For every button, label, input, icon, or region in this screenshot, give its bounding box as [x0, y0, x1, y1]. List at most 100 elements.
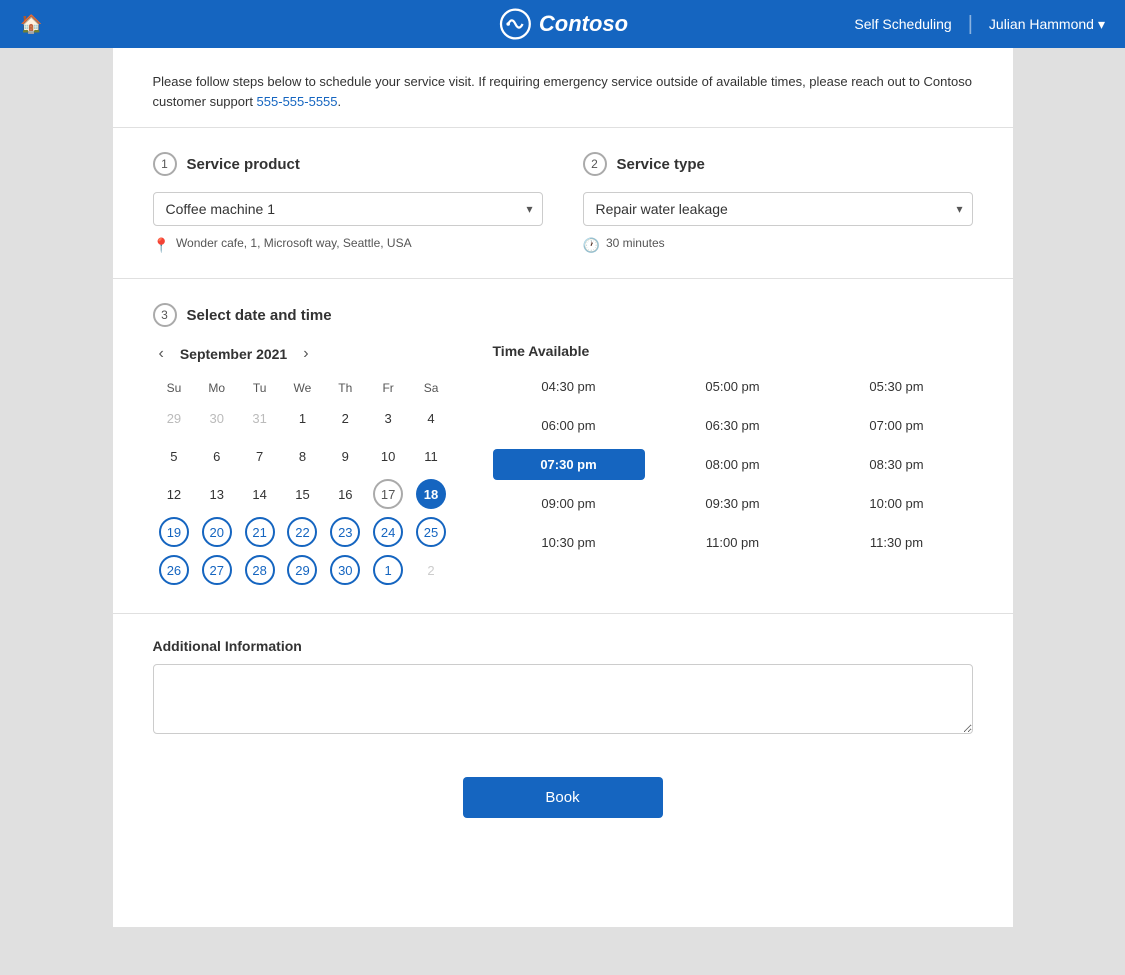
calendar-cell: 26	[153, 551, 196, 589]
datetime-section: 3 Select date and time ‹ September 2021 …	[113, 279, 1013, 614]
time-slot-button[interactable]: 10:00 pm	[821, 488, 973, 519]
calendar-day[interactable]: 5	[159, 441, 189, 471]
time-available-header: Time Available	[493, 343, 973, 359]
time-slot-button[interactable]: 08:00 pm	[657, 449, 809, 480]
calendar-day[interactable]: 3	[373, 403, 403, 433]
calendar-day[interactable]: 26	[159, 555, 189, 585]
calendar-cell: 5	[153, 437, 196, 475]
time-slot-button[interactable]: 11:00 pm	[657, 527, 809, 558]
address-text: Wonder cafe, 1, Microsoft way, Seattle, …	[176, 236, 412, 250]
user-name: Julian Hammond	[989, 16, 1094, 32]
calendar-day[interactable]: 7	[245, 441, 275, 471]
calendar-cell: 24	[367, 513, 410, 551]
service-product-dropdown-wrapper: Coffee machine 1 Coffee machine 2 Coffee…	[153, 192, 543, 226]
additional-section: Additional Information	[113, 614, 1013, 761]
time-slot-button[interactable]: 08:30 pm	[821, 449, 973, 480]
cal-dow-fr: Fr	[367, 377, 410, 399]
time-slot-button[interactable]: 07:00 pm	[821, 410, 973, 441]
clock-icon: 🕐	[583, 237, 600, 254]
calendar-cell: 13	[195, 475, 238, 513]
calendar-day[interactable]: 22	[287, 517, 317, 547]
step3-title: Select date and time	[187, 307, 332, 324]
calendar-next-button[interactable]: ›	[297, 343, 314, 365]
logo-text: Contoso	[539, 11, 628, 37]
calendar-cell: 8	[281, 437, 324, 475]
calendar-day[interactable]: 28	[245, 555, 275, 585]
calendar-day[interactable]: 20	[202, 517, 232, 547]
cal-dow-su: Su	[153, 377, 196, 399]
calendar-day[interactable]: 25	[416, 517, 446, 547]
time-slot-button[interactable]: 09:00 pm	[493, 488, 645, 519]
calendar-day[interactable]: 15	[287, 479, 317, 509]
step2-number: 2	[583, 152, 607, 176]
calendar-prev-button[interactable]: ‹	[153, 343, 170, 365]
intro-suffix: .	[338, 94, 342, 109]
calendar-day[interactable]: 1	[287, 403, 317, 433]
time-slot-button[interactable]: 06:30 pm	[657, 410, 809, 441]
calendar-cell: 21	[238, 513, 281, 551]
time-slot-button[interactable]: 07:30 pm	[493, 449, 645, 480]
step1-title: Service product	[187, 156, 300, 173]
calendar-day[interactable]: 11	[416, 441, 446, 471]
time-slot-button[interactable]: 05:00 pm	[657, 371, 809, 402]
calendar-day[interactable]: 17	[373, 479, 403, 509]
time-slot-button[interactable]: 10:30 pm	[493, 527, 645, 558]
calendar-cell: 2	[324, 399, 367, 437]
service-product-col: 1 Service product Coffee machine 1 Coffe…	[153, 152, 543, 254]
calendar-row: 2930311234	[153, 399, 453, 437]
calendar-day[interactable]: 16	[330, 479, 360, 509]
step1-number: 1	[153, 152, 177, 176]
support-phone-link[interactable]: 555-555-5555	[257, 94, 338, 109]
service-type-select[interactable]: Repair water leakage General maintenance…	[583, 192, 973, 226]
calendar-day[interactable]: 8	[287, 441, 317, 471]
time-slot-button[interactable]: 05:30 pm	[821, 371, 973, 402]
calendar-day[interactable]: 13	[202, 479, 232, 509]
calendar-day[interactable]: 9	[330, 441, 360, 471]
intro-section: Please follow steps below to schedule yo…	[113, 48, 1013, 128]
calendar-cell: 3	[367, 399, 410, 437]
calendar-day[interactable]: 1	[373, 555, 403, 585]
time-slot-button[interactable]: 11:30 pm	[821, 527, 973, 558]
home-icon[interactable]: 🏠	[20, 14, 42, 35]
time-grid: 04:30 pm 05:00 pm 05:30 pm 06:00 pm 06:30 pm…	[493, 371, 973, 558]
intro-text: Please follow steps below to schedule yo…	[153, 72, 973, 111]
calendar-day[interactable]: 19	[159, 517, 189, 547]
calendar-day[interactable]: 18	[416, 479, 446, 509]
service-section: 1 Service product Coffee machine 1 Coffe…	[113, 128, 1013, 279]
calendar-day[interactable]: 12	[159, 479, 189, 509]
calendar-day[interactable]: 30	[330, 555, 360, 585]
time-col: Time Available 04:30 pm05:00 pm05:30 pm0…	[493, 343, 973, 558]
service-product-select[interactable]: Coffee machine 1 Coffee machine 2 Coffee…	[153, 192, 543, 226]
cal-dow-sa: Sa	[410, 377, 453, 399]
book-button[interactable]: Book	[463, 777, 663, 818]
calendar-day[interactable]: 29	[287, 555, 317, 585]
calendar-day[interactable]: 2	[330, 403, 360, 433]
user-menu[interactable]: Julian Hammond ▾	[989, 16, 1105, 33]
step1-header: 1 Service product	[153, 152, 543, 176]
calendar-day: 29	[159, 403, 189, 433]
calendar-day[interactable]: 4	[416, 403, 446, 433]
calendar-day[interactable]: 14	[245, 479, 275, 509]
calendar-cell: 2	[410, 551, 453, 589]
service-row: 1 Service product Coffee machine 1 Coffe…	[153, 152, 973, 254]
time-slot-button[interactable]: 06:00 pm	[493, 410, 645, 441]
calendar-day[interactable]: 27	[202, 555, 232, 585]
calendar-day[interactable]: 10	[373, 441, 403, 471]
location-icon: 📍	[153, 237, 170, 254]
calendar-day[interactable]: 6	[202, 441, 232, 471]
header-divider: |	[968, 13, 973, 36]
calendar-day: 31	[245, 403, 275, 433]
calendar-row: 26 27 28 29 30 12	[153, 551, 453, 589]
calendar-day[interactable]: 23	[330, 517, 360, 547]
service-type-col: 2 Service type Repair water leakage Gene…	[583, 152, 973, 254]
calendar-cell: 9	[324, 437, 367, 475]
calendar-day[interactable]: 21	[245, 517, 275, 547]
calendar-cell: 27	[195, 551, 238, 589]
cal-dow-tu: Tu	[238, 377, 281, 399]
header: 🏠 Contoso Self Scheduling | Julian Hammo…	[0, 0, 1125, 48]
time-slot-button[interactable]: 04:30 pm	[493, 371, 645, 402]
calendar-day[interactable]: 24	[373, 517, 403, 547]
time-slot-button[interactable]: 09:30 pm	[657, 488, 809, 519]
calendar-cell: 17	[367, 475, 410, 513]
additional-textarea[interactable]	[153, 664, 973, 734]
